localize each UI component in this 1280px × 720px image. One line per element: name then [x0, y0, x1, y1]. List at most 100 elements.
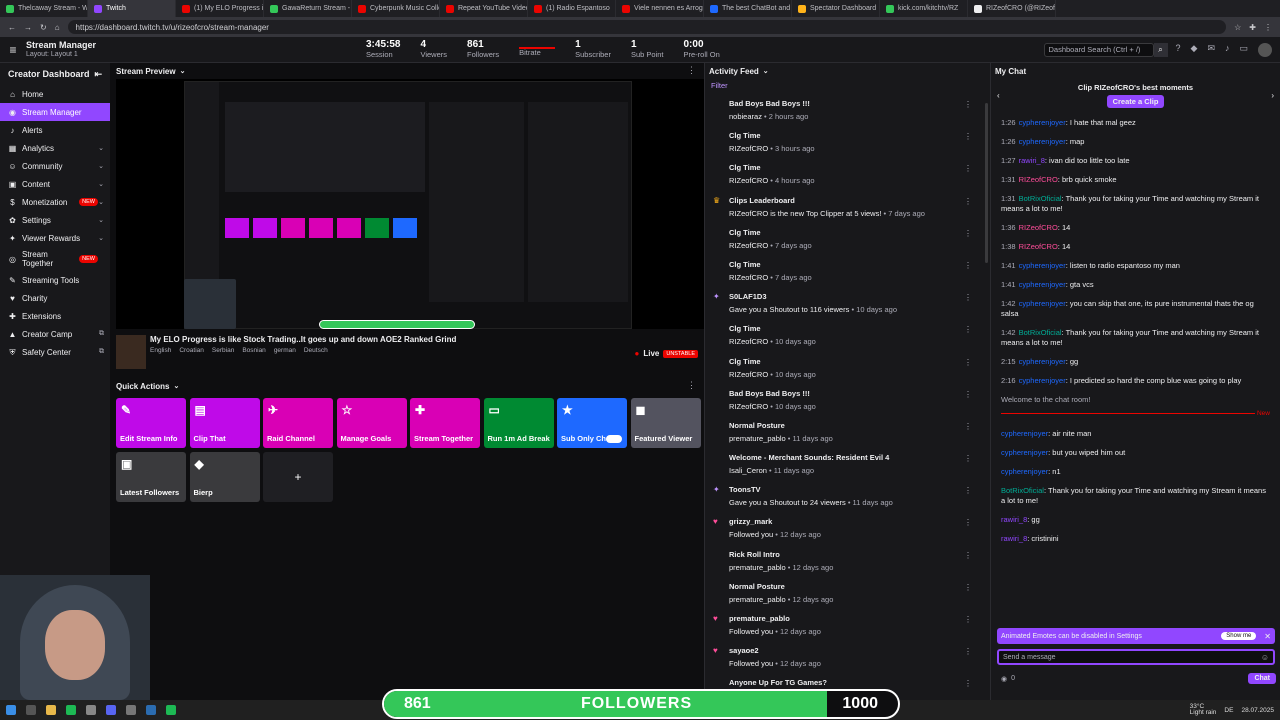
- sidebar-item-community[interactable]: ☺ Community ⌄: [0, 157, 110, 175]
- item-menu-dots-icon[interactable]: ⋮: [964, 197, 972, 206]
- browser-tab[interactable]: Viele nennen es Arroga: [616, 0, 704, 17]
- browser-tab[interactable]: RIZeofCRO (@RIZeofCR: [968, 0, 1056, 17]
- activity-item[interactable]: Clg Time RIZeofCRO • 10 days ago ⋮: [705, 354, 990, 386]
- chevron-down-icon[interactable]: ⌄: [180, 67, 186, 75]
- item-menu-dots-icon[interactable]: ⋮: [964, 164, 972, 173]
- stream-tag[interactable]: Bosnian: [242, 347, 266, 354]
- reload-icon[interactable]: ↻: [40, 23, 47, 32]
- chat-username[interactable]: RIZeofCRO: [1019, 175, 1058, 184]
- sidebar-item-streaming-tools[interactable]: ✎ Streaming Tools: [0, 271, 110, 289]
- notifications-icon[interactable]: ♪: [1225, 43, 1230, 57]
- sub-only-toggle[interactable]: [606, 435, 622, 443]
- browser-tab[interactable]: kick.com/kitchtv/RZ: [880, 0, 968, 17]
- item-menu-dots-icon[interactable]: ⋮: [964, 454, 972, 463]
- stream-preview-video[interactable]: [116, 79, 704, 329]
- sidebar-item-monetization[interactable]: $ Monetization NEW ⌄: [0, 193, 110, 211]
- sidebar-item-charity[interactable]: ♥ Charity: [0, 289, 110, 307]
- menu-dots-icon[interactable]: ⋮: [1264, 23, 1272, 32]
- chat-username[interactable]: BotRixOficial: [1019, 328, 1062, 337]
- quick-action-latest-followers[interactable]: ▣ Latest Followers: [116, 452, 186, 502]
- extensions-icon[interactable]: ✚: [1249, 23, 1256, 32]
- quick-action-bierp[interactable]: ◆ Bierp: [189, 452, 260, 502]
- item-menu-dots-icon[interactable]: ⋮: [964, 583, 972, 592]
- activity-item[interactable]: ✦ S0LAF1D3 Gave you a Shoutout to 116 view…: [705, 289, 990, 321]
- chat-username[interactable]: cypherenjoyer: [1019, 376, 1066, 385]
- activity-item[interactable]: ♥ sayaoe2 Followed you • 12 days ago ⋮: [705, 643, 990, 675]
- item-menu-dots-icon[interactable]: ⋮: [964, 518, 972, 527]
- chevron-left-icon[interactable]: ‹: [997, 91, 1000, 100]
- item-menu-dots-icon[interactable]: ⋮: [964, 261, 972, 270]
- activity-item[interactable]: ♥ grizzy_mark Followed you • 12 days ago ⋮: [705, 514, 990, 546]
- browser-tab[interactable]: The best ChatBot and: [704, 0, 792, 17]
- stream-tag[interactable]: german: [274, 347, 296, 354]
- quick-action-manage-goals[interactable]: ☆ Manage Goals: [336, 398, 407, 448]
- activity-scrollbar[interactable]: [985, 103, 988, 263]
- activity-item[interactable]: ♥ premature_pablo Followed you • 12 days a…: [705, 611, 990, 643]
- stream-tag[interactable]: English: [150, 347, 171, 354]
- item-menu-dots-icon[interactable]: ⋮: [964, 486, 972, 495]
- filter-link[interactable]: Filter: [705, 79, 990, 96]
- input-language[interactable]: DE: [1224, 707, 1233, 714]
- item-menu-dots-icon[interactable]: ⋮: [964, 551, 972, 560]
- add-quick-action-button[interactable]: +: [263, 452, 333, 502]
- item-menu-dots-icon[interactable]: ⋮: [964, 422, 972, 431]
- quick-action-raid-channel[interactable]: ✈ Raid Channel: [263, 398, 333, 448]
- send-message-input[interactable]: Send a message ☺: [997, 649, 1275, 665]
- item-menu-dots-icon[interactable]: ⋮: [964, 293, 972, 302]
- chat-username[interactable]: rawiri_8: [1001, 534, 1027, 543]
- activity-item[interactable]: Clg Time RIZeofCRO • 4 hours ago ⋮: [705, 160, 990, 192]
- browser-tab[interactable]: Cyberpunk Music Collec: [352, 0, 440, 17]
- chat-username[interactable]: RIZeofCRO: [1019, 223, 1058, 232]
- activity-item[interactable]: Normal Posture premature_pablo • 11 days …: [705, 418, 990, 450]
- weather-widget[interactable]: 33°C Light rain: [1190, 703, 1217, 717]
- chat-username[interactable]: cypherenjoyer: [1019, 118, 1066, 127]
- avatar[interactable]: [1258, 42, 1272, 57]
- activity-item[interactable]: Rick Roll Intro premature_pablo • 12 days…: [705, 547, 990, 579]
- bookmark-star-icon[interactable]: ☆: [1234, 23, 1241, 32]
- whispers-icon[interactable]: ▭: [1239, 43, 1248, 57]
- browser-tab[interactable]: Twitch: [88, 0, 176, 17]
- item-menu-dots-icon[interactable]: ⋮: [964, 325, 972, 334]
- chat-send-button[interactable]: Chat: [1248, 673, 1276, 684]
- item-menu-dots-icon[interactable]: ⋮: [964, 679, 972, 688]
- panel-menu-dots-icon[interactable]: ⋮: [687, 65, 696, 76]
- item-menu-dots-icon[interactable]: ⋮: [964, 100, 972, 109]
- item-menu-dots-icon[interactable]: ⋮: [964, 390, 972, 399]
- chat-username[interactable]: cypherenjoyer: [1001, 429, 1048, 438]
- panel-menu-dots-icon[interactable]: ⋮: [687, 380, 696, 391]
- activity-item[interactable]: Bad Boys Bad Boys !!! RIZeofCRO • 10 days…: [705, 386, 990, 418]
- bits-icon[interactable]: ◆: [1191, 43, 1198, 57]
- browser-tab[interactable]: (1) Radio Espantoso: [528, 0, 616, 17]
- forward-icon[interactable]: →: [24, 23, 32, 32]
- item-menu-dots-icon[interactable]: ⋮: [964, 358, 972, 367]
- chat-username[interactable]: cypherenjoyer: [1001, 467, 1048, 476]
- activity-item[interactable]: Clg Time RIZeofCRO • 3 hours ago ⋮: [705, 128, 990, 160]
- browser-tab[interactable]: Thelcaway Stream - Wa: [0, 0, 88, 17]
- stream-tag[interactable]: Serbian: [212, 347, 234, 354]
- start-icon[interactable]: [6, 705, 16, 715]
- sidebar-item-home[interactable]: ⌂ Home: [0, 85, 110, 103]
- app-icon[interactable]: [86, 705, 96, 715]
- chat-username[interactable]: cypherenjoyer: [1019, 261, 1066, 270]
- steam-icon[interactable]: [146, 705, 156, 715]
- quick-action-featured-viewer[interactable]: ◼ Featured Viewer: [630, 398, 701, 448]
- browser-tab[interactable]: GawaReturn Stream - W: [264, 0, 352, 17]
- stream-tag[interactable]: Deutsch: [304, 347, 328, 354]
- item-menu-dots-icon[interactable]: ⋮: [964, 615, 972, 624]
- show-me-button[interactable]: Show me: [1221, 632, 1257, 640]
- item-menu-dots-icon[interactable]: ⋮: [964, 132, 972, 141]
- collapse-sidebar-icon[interactable]: ⇤: [94, 69, 102, 80]
- inbox-icon[interactable]: ✉: [1207, 43, 1215, 57]
- browser-tab[interactable]: Spectator Dashboard: [792, 0, 880, 17]
- url-input[interactable]: https://dashboard.twitch.tv/u/rizeofcro/…: [67, 20, 1227, 34]
- chevron-down-icon[interactable]: ⌄: [763, 67, 769, 75]
- sidebar-item-stream-manager[interactable]: ◉ Stream Manager: [0, 103, 110, 121]
- sidebar-item-content[interactable]: ▣ Content ⌄: [0, 175, 110, 193]
- quick-action-sub-only-chat[interactable]: ★ Sub Only Chat: [557, 398, 627, 448]
- sidebar-item-alerts[interactable]: ♪ Alerts: [0, 121, 110, 139]
- discord-icon[interactable]: [106, 705, 116, 715]
- chat-username[interactable]: cypherenjoyer: [1019, 357, 1066, 366]
- activity-item[interactable]: Clg Time RIZeofCRO • 10 days ago ⋮: [705, 321, 990, 353]
- back-icon[interactable]: ←: [8, 23, 16, 32]
- quick-action-run-1m-ad-break[interactable]: ▭ Run 1m Ad Break: [483, 398, 554, 448]
